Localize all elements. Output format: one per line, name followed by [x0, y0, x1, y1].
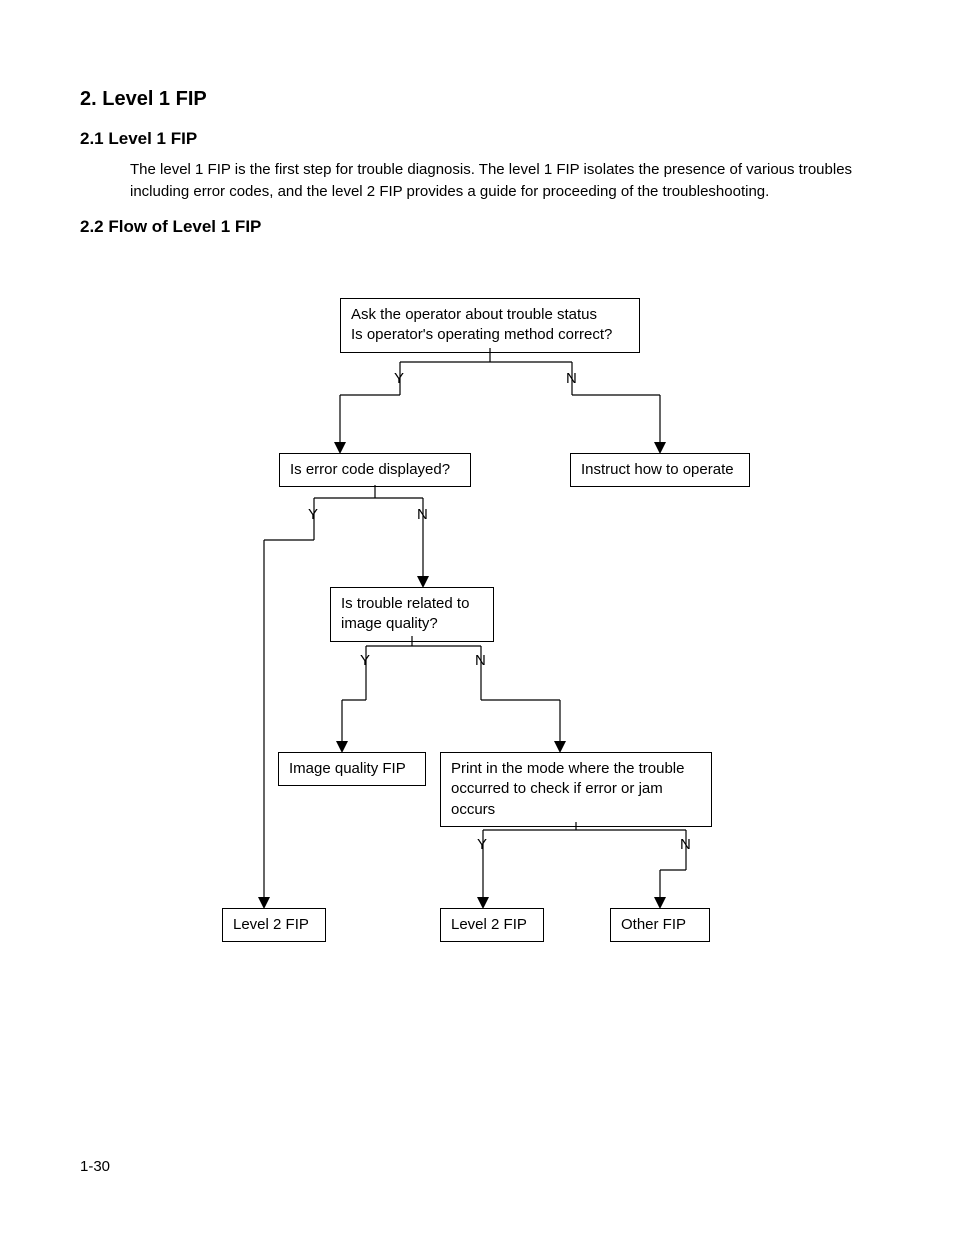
box-instruct-operate: Instruct how to operate [570, 453, 750, 487]
box-ask-operator: Ask the operator about trouble statusIs … [340, 298, 640, 353]
box-print-mode: Print in the mode where the trouble occu… [440, 752, 712, 827]
box-image-quality-q: Is trouble related to image quality? [330, 587, 494, 642]
label-y-1: Y [394, 370, 404, 387]
heading-2-1: 2.1 Level 1 FIP [80, 129, 874, 149]
label-n-2: N [417, 506, 428, 523]
heading-main: 2. Level 1 FIP [80, 88, 874, 111]
box-level2-b: Level 2 FIP [440, 908, 544, 942]
heading-2-2: 2.2 Flow of Level 1 FIP [80, 217, 874, 237]
label-n-3: N [475, 652, 486, 669]
label-y-2: Y [308, 506, 318, 523]
label-y-3: Y [360, 652, 370, 669]
page: 2. Level 1 FIP 2.1 Level 1 FIP The level… [0, 0, 954, 1235]
label-n-1: N [566, 370, 577, 387]
label-n-4: N [680, 836, 691, 853]
intro-paragraph: The level 1 FIP is the first step for tr… [130, 159, 874, 203]
box-level2-a: Level 2 FIP [222, 908, 326, 942]
label-y-4: Y [477, 836, 487, 853]
box-image-quality-fip: Image quality FIP [278, 752, 426, 786]
box-other-fip: Other FIP [610, 908, 710, 942]
page-number: 1-30 [80, 1158, 110, 1175]
box-error-code: Is error code displayed? [279, 453, 471, 487]
